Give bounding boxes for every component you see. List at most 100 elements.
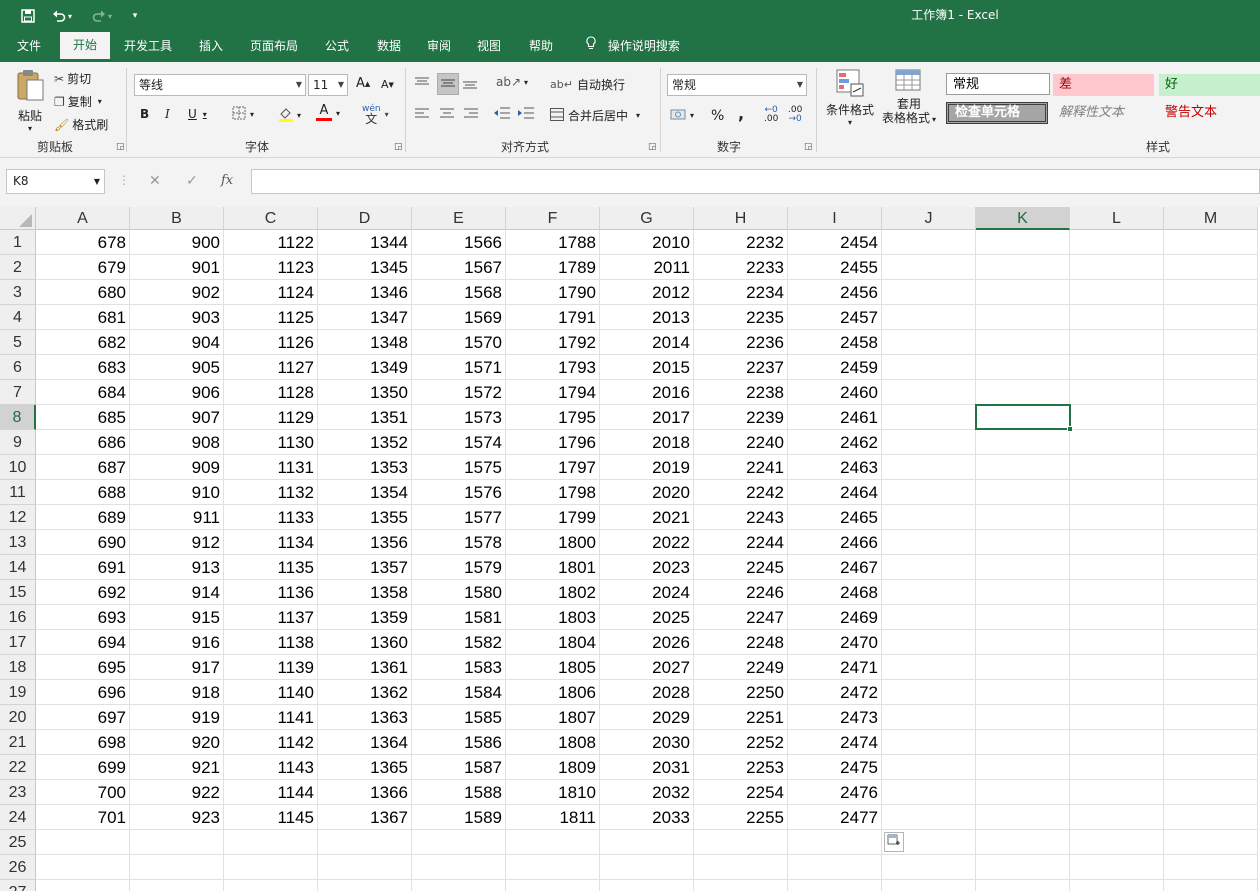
cell-m16[interactable] xyxy=(1164,605,1258,630)
row-header-8[interactable]: 8 xyxy=(0,405,36,430)
cell-m14[interactable] xyxy=(1164,555,1258,580)
cell-j23[interactable] xyxy=(882,780,976,805)
cell-m27[interactable] xyxy=(1164,880,1258,891)
tab-review[interactable]: 审阅 xyxy=(416,32,462,62)
cell-h18[interactable]: 2249 xyxy=(694,655,788,680)
cell-j18[interactable] xyxy=(882,655,976,680)
cell-g20[interactable]: 2029 xyxy=(600,705,694,730)
cell-e15[interactable]: 1580 xyxy=(412,580,506,605)
cell-m22[interactable] xyxy=(1164,755,1258,780)
cell-f24[interactable]: 1811 xyxy=(506,805,600,830)
cell-m6[interactable] xyxy=(1164,355,1258,380)
cell-i5[interactable]: 2458 xyxy=(788,330,882,355)
cell-j10[interactable] xyxy=(882,455,976,480)
tab-home[interactable]: 开始 xyxy=(60,32,110,62)
dialog-launcher-icon[interactable]: ◲ xyxy=(648,142,657,152)
cell-g8[interactable]: 2017 xyxy=(600,405,694,430)
cell-a19[interactable]: 696 xyxy=(36,680,130,705)
cell-c15[interactable]: 1136 xyxy=(224,580,318,605)
cell-e16[interactable]: 1581 xyxy=(412,605,506,630)
cell-a13[interactable]: 690 xyxy=(36,530,130,555)
format-as-table-button[interactable]: 套用 表格格式 ▾ xyxy=(878,68,940,127)
cell-a11[interactable]: 688 xyxy=(36,480,130,505)
cell-d25[interactable] xyxy=(318,830,412,855)
cell-c12[interactable]: 1133 xyxy=(224,505,318,530)
cell-m8[interactable] xyxy=(1164,405,1258,430)
italic-button[interactable]: I xyxy=(165,107,170,121)
cell-h20[interactable]: 2251 xyxy=(694,705,788,730)
cell-g13[interactable]: 2022 xyxy=(600,530,694,555)
tab-view[interactable]: 视图 xyxy=(466,32,512,62)
row-header-10[interactable]: 10 xyxy=(0,455,36,480)
cell-g4[interactable]: 2013 xyxy=(600,305,694,330)
font-name-select[interactable]: 等线 ▼ xyxy=(134,74,306,96)
cell-d8[interactable]: 1351 xyxy=(318,405,412,430)
cell-b8[interactable]: 907 xyxy=(130,405,224,430)
cell-e4[interactable]: 1569 xyxy=(412,305,506,330)
tab-help[interactable]: 帮助 xyxy=(518,32,564,62)
cell-a14[interactable]: 691 xyxy=(36,555,130,580)
cell-i1[interactable]: 2454 xyxy=(788,230,882,255)
row-header-6[interactable]: 6 xyxy=(0,355,36,380)
cell-m7[interactable] xyxy=(1164,380,1258,405)
font-color-button[interactable]: A ▾ xyxy=(316,104,340,121)
cell-l18[interactable] xyxy=(1070,655,1164,680)
insert-function-icon[interactable]: fx xyxy=(221,173,233,188)
cell-i18[interactable]: 2471 xyxy=(788,655,882,680)
align-bottom-button[interactable] xyxy=(463,74,481,94)
cell-k21[interactable] xyxy=(976,730,1070,755)
cell-b19[interactable]: 918 xyxy=(130,680,224,705)
bold-button[interactable]: B xyxy=(140,107,149,121)
cell-d5[interactable]: 1348 xyxy=(318,330,412,355)
style-normal[interactable]: 常规 xyxy=(946,73,1050,95)
cell-m4[interactable] xyxy=(1164,305,1258,330)
cell-i22[interactable]: 2475 xyxy=(788,755,882,780)
cell-e1[interactable]: 1566 xyxy=(412,230,506,255)
cell-a15[interactable]: 692 xyxy=(36,580,130,605)
style-warning[interactable]: 警告文本 xyxy=(1159,102,1260,124)
cell-a12[interactable]: 689 xyxy=(36,505,130,530)
cell-a25[interactable] xyxy=(36,830,130,855)
cell-k24[interactable] xyxy=(976,805,1070,830)
enter-icon[interactable]: ✓ xyxy=(186,173,198,189)
cell-i25[interactable] xyxy=(788,830,882,855)
cell-m25[interactable] xyxy=(1164,830,1258,855)
cell-b14[interactable]: 913 xyxy=(130,555,224,580)
cell-f21[interactable]: 1808 xyxy=(506,730,600,755)
name-box[interactable]: K8 ▼ xyxy=(6,169,105,194)
cell-g24[interactable]: 2033 xyxy=(600,805,694,830)
cell-a27[interactable] xyxy=(36,880,130,891)
shrink-font-button[interactable]: A ▼ xyxy=(381,78,394,91)
cell-e2[interactable]: 1567 xyxy=(412,255,506,280)
cell-d4[interactable]: 1347 xyxy=(318,305,412,330)
cell-b20[interactable]: 919 xyxy=(130,705,224,730)
cell-g9[interactable]: 2018 xyxy=(600,430,694,455)
cell-c19[interactable]: 1140 xyxy=(224,680,318,705)
cell-c16[interactable]: 1137 xyxy=(224,605,318,630)
cell-l3[interactable] xyxy=(1070,280,1164,305)
dialog-launcher-icon[interactable]: ◲ xyxy=(394,142,403,152)
row-header-11[interactable]: 11 xyxy=(0,480,36,505)
column-header-l[interactable]: L xyxy=(1070,207,1164,230)
comma-style-button[interactable]: , xyxy=(738,104,744,123)
tab-data[interactable]: 数据 xyxy=(366,32,412,62)
cell-d18[interactable]: 1361 xyxy=(318,655,412,680)
row-header-19[interactable]: 19 xyxy=(0,680,36,705)
cell-e8[interactable]: 1573 xyxy=(412,405,506,430)
cell-a5[interactable]: 682 xyxy=(36,330,130,355)
cell-i27[interactable] xyxy=(788,880,882,891)
cell-b6[interactable]: 905 xyxy=(130,355,224,380)
column-header-k[interactable]: K xyxy=(976,207,1070,230)
merge-center-button[interactable]: 合并后居中 ▾ xyxy=(550,107,640,124)
cell-k12[interactable] xyxy=(976,505,1070,530)
cell-h13[interactable]: 2244 xyxy=(694,530,788,555)
cell-c3[interactable]: 1124 xyxy=(224,280,318,305)
cell-d13[interactable]: 1356 xyxy=(318,530,412,555)
increase-indent-button[interactable] xyxy=(518,107,534,122)
cell-l8[interactable] xyxy=(1070,405,1164,430)
cell-d7[interactable]: 1350 xyxy=(318,380,412,405)
cell-h19[interactable]: 2250 xyxy=(694,680,788,705)
cell-f12[interactable]: 1799 xyxy=(506,505,600,530)
cell-j3[interactable] xyxy=(882,280,976,305)
cell-l9[interactable] xyxy=(1070,430,1164,455)
